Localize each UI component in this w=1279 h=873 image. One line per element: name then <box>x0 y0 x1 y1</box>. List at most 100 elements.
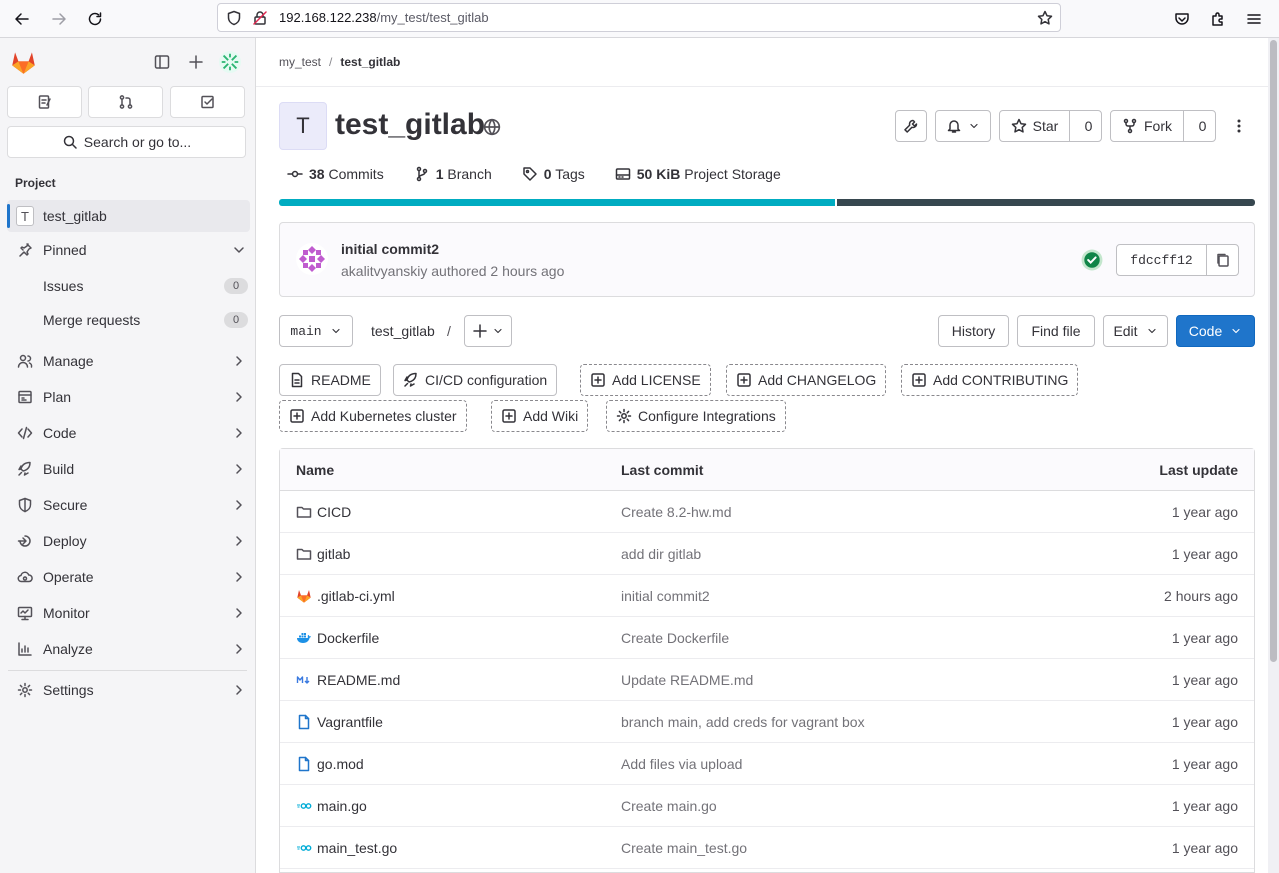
sidebar-item-issues[interactable]: Issues 0 <box>7 270 250 302</box>
file-last-commit-link[interactable]: initial commit2 <box>621 575 710 617</box>
address-bar[interactable]: 192.168.122.238/my_test/test_gitlab <box>217 3 1061 32</box>
todos-button[interactable] <box>170 86 245 118</box>
sidebar-item-pinned[interactable]: Pinned <box>7 234 250 266</box>
sidebar-item-manage[interactable]: Manage <box>7 345 250 377</box>
repo-path-link[interactable]: test_gitlab <box>371 323 435 339</box>
user-avatar-icon[interactable] <box>219 51 241 73</box>
copy-sha-button[interactable] <box>1207 245 1238 275</box>
add-contributing-button[interactable]: Add CONTRIBUTING <box>901 364 1079 396</box>
file-name-link[interactable]: README.md <box>317 672 400 688</box>
sidebar-item-secure[interactable]: Secure <box>7 489 250 521</box>
file-name-cell[interactable]: main_test.go <box>296 827 397 869</box>
find-file-button[interactable]: Find file <box>1017 315 1095 347</box>
file-name-link[interactable]: Dockerfile <box>317 630 379 646</box>
table-row[interactable]: Vagrantfile branch main, add creds for va… <box>280 701 1254 743</box>
search-button[interactable]: Search or go to... <box>7 126 246 158</box>
language-bar-primary[interactable] <box>279 199 835 206</box>
file-name-cell[interactable]: .gitlab-ci.yml <box>296 575 395 617</box>
file-name-link[interactable]: .gitlab-ci.yml <box>317 588 395 604</box>
table-row[interactable]: Dockerfile Create Dockerfile 1 year ago <box>280 617 1254 659</box>
file-name-link[interactable]: Vagrantfile <box>317 714 383 730</box>
add-license-button[interactable]: Add LICENSE <box>580 364 711 396</box>
sidebar-item-monitor[interactable]: Monitor <box>7 597 250 629</box>
cicd-config-button[interactable]: CI/CD configuration <box>393 364 558 396</box>
table-row[interactable]: main_test.go Create main_test.go 1 year ag… <box>280 827 1254 869</box>
sidebar-item-operate[interactable]: Operate <box>7 561 250 593</box>
sidebar-item-analyze[interactable]: Analyze <box>7 633 250 665</box>
branches-stat[interactable]: 1 Branch <box>414 166 492 182</box>
sidebar-toggle-icon[interactable] <box>154 54 170 70</box>
file-last-commit-link[interactable]: Create 8.2-hw.md <box>621 491 732 533</box>
pipeline-passed-icon[interactable] <box>1081 249 1103 271</box>
file-name-cell[interactable]: Vagrantfile <box>296 701 383 743</box>
bookmark-star-icon[interactable] <box>1037 10 1053 26</box>
table-row[interactable]: README.md Update README.md 1 year ago <box>280 659 1254 701</box>
star-button-label[interactable]: Star <box>1000 111 1070 141</box>
file-name-link[interactable]: main.go <box>317 798 367 814</box>
sidebar-item-merge-requests[interactable]: Merge requests 0 <box>7 304 250 336</box>
branch-selector[interactable]: main <box>279 315 353 347</box>
language-bar-secondary[interactable] <box>837 199 1255 206</box>
table-row[interactable]: gitlab add dir gitlab 1 year ago <box>280 533 1254 575</box>
file-name-cell[interactable]: main.go <box>296 785 367 827</box>
breadcrumb-current-link[interactable]: test_gitlab <box>340 55 400 69</box>
back-button[interactable] <box>9 6 35 32</box>
star-button[interactable]: Star 0 <box>999 110 1102 142</box>
notifications-button[interactable] <box>935 110 991 142</box>
file-name-link[interactable]: main_test.go <box>317 840 397 856</box>
add-kubernetes-button[interactable]: Add Kubernetes cluster <box>279 400 467 432</box>
configure-integrations-button[interactable]: Configure Integrations <box>606 400 786 432</box>
file-last-commit-link[interactable]: Create main.go <box>621 785 717 827</box>
file-last-commit-link[interactable]: branch main, add creds for vagrant box <box>621 701 865 743</box>
page-scrollbar[interactable] <box>1268 38 1279 873</box>
breadcrumb-parent-link[interactable]: my_test <box>279 55 321 69</box>
plus-icon[interactable] <box>188 54 204 70</box>
file-last-commit-link[interactable]: Add files via upload <box>621 743 742 785</box>
file-name-cell[interactable]: CICD <box>296 491 351 533</box>
file-last-commit-link[interactable]: Update README.md <box>621 659 753 701</box>
table-row[interactable]: main.go Create main.go 1 year ago <box>280 785 1254 827</box>
history-button[interactable]: History <box>938 315 1009 347</box>
author-avatar[interactable] <box>296 243 328 275</box>
file-name-cell[interactable]: go.mod <box>296 743 364 785</box>
assigned-issues-button[interactable] <box>7 86 82 118</box>
forward-button[interactable] <box>46 6 72 32</box>
fork-count[interactable]: 0 <box>1190 111 1215 141</box>
file-last-commit-link[interactable]: add dir gitlab <box>621 533 701 575</box>
file-name-cell[interactable]: Dockerfile <box>296 617 379 659</box>
file-name-cell[interactable]: gitlab <box>296 533 350 575</box>
table-row[interactable]: CICD Create 8.2-hw.md 1 year ago <box>280 491 1254 533</box>
add-changelog-button[interactable]: Add CHANGELOG <box>726 364 887 396</box>
file-name-link[interactable]: go.mod <box>317 756 364 772</box>
more-actions-icon[interactable] <box>1231 118 1247 134</box>
sidebar-item-project[interactable]: T test_gitlab <box>7 200 250 232</box>
tags-stat[interactable]: 0 Tags <box>522 166 585 182</box>
edit-dropdown[interactable]: Edit <box>1103 315 1168 347</box>
pocket-button[interactable] <box>1169 6 1195 32</box>
table-row[interactable]: .gitlab-ci.yml initial commit2 2 hours ago <box>280 575 1254 617</box>
add-to-tree-button[interactable] <box>464 315 512 347</box>
menu-button[interactable] <box>1241 6 1267 32</box>
fork-button[interactable]: Fork 0 <box>1110 110 1216 142</box>
star-count[interactable]: 0 <box>1076 111 1101 141</box>
file-name-cell[interactable]: README.md <box>296 659 400 701</box>
sidebar-item-plan[interactable]: Plan <box>7 381 250 413</box>
storage-stat[interactable]: 50 KiB Project Storage <box>615 166 781 182</box>
commits-stat[interactable]: 38 Commits <box>287 166 384 182</box>
sidebar-item-deploy[interactable]: Deploy <box>7 525 250 557</box>
settings-wrench-button[interactable] <box>895 110 927 142</box>
add-wiki-button[interactable]: Add Wiki <box>491 400 589 432</box>
commit-sha[interactable]: fdccff12 <box>1117 245 1207 275</box>
readme-button[interactable]: README <box>279 364 381 396</box>
file-last-commit-link[interactable]: Create Dockerfile <box>621 617 729 659</box>
commit-title-link[interactable]: initial commit2 <box>341 241 439 257</box>
file-name-link[interactable]: CICD <box>317 504 351 520</box>
file-last-commit-link[interactable]: Create main_test.go <box>621 827 747 869</box>
extensions-button[interactable] <box>1205 6 1231 32</box>
file-name-link[interactable]: gitlab <box>317 546 350 562</box>
sidebar-item-code[interactable]: Code <box>7 417 250 449</box>
fork-button-label[interactable]: Fork <box>1111 111 1184 141</box>
sidebar-item-settings[interactable]: Settings <box>7 674 250 706</box>
reload-button[interactable] <box>82 6 108 32</box>
sidebar-item-build[interactable]: Build <box>7 453 250 485</box>
